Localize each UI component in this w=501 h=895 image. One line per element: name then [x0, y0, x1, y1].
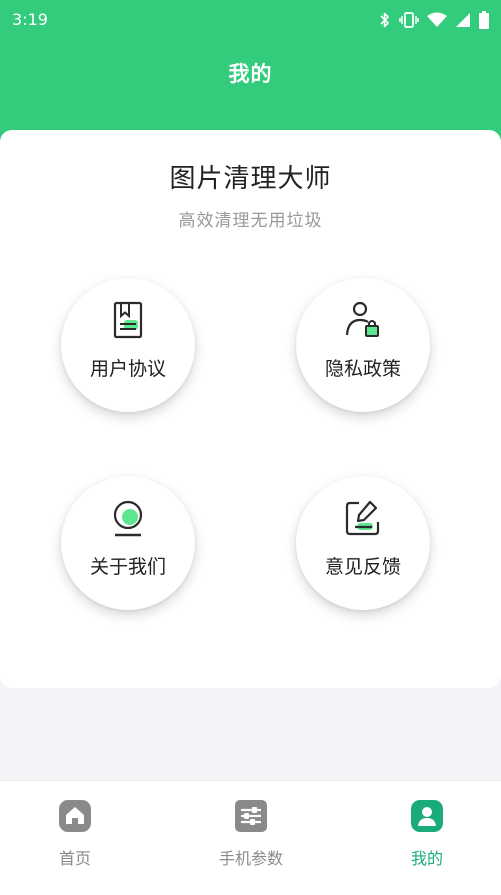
nav-tab-mine[interactable]: 我的: [367, 799, 487, 869]
page-title: 我的: [228, 62, 273, 86]
feedback-label: 意见反馈: [324, 556, 401, 578]
nav-tab-phone-params[interactable]: 手机参数: [191, 799, 311, 869]
user-agreement-label: 用户协议: [89, 358, 166, 380]
battery-icon: [479, 11, 489, 29]
about-us-label: 关于我们: [89, 556, 166, 578]
screen: 3:19 我的 图片清理大师 高效清理无用垃圾 用户协议 隐私政策 关于我们 意…: [0, 0, 501, 895]
profile-card: 图片清理大师 高效清理无用垃圾 用户协议 隐私政策 关于我们 意见反馈: [0, 130, 501, 688]
user-lock-icon: [343, 300, 383, 340]
edit-feedback-icon: [343, 498, 383, 538]
info-circle-icon: [108, 498, 148, 538]
bottom-nav: 首页 手机参数 我的: [0, 780, 501, 895]
sliders-icon: [235, 799, 267, 833]
signal-icon: [455, 12, 471, 28]
document-icon: [108, 300, 148, 340]
status-bar: 3:19: [0, 0, 501, 40]
nav-mine-label: 我的: [410, 849, 443, 868]
profile-icon: [411, 799, 443, 833]
app-name: 图片清理大师: [169, 164, 332, 194]
nav-home-label: 首页: [58, 849, 91, 868]
header: 3:19 我的: [0, 0, 501, 140]
nav-tab-home[interactable]: 首页: [15, 799, 135, 869]
nav-phone-params-label: 手机参数: [218, 849, 283, 868]
status-time: 3:19: [12, 10, 48, 29]
wifi-icon: [427, 12, 447, 28]
privacy-policy-label: 隐私政策: [324, 358, 401, 380]
vibrate-icon: [399, 11, 419, 29]
home-icon: [59, 799, 91, 833]
app-slogan: 高效清理无用垃圾: [178, 211, 323, 231]
status-icons: [379, 10, 489, 30]
bluetooth-icon: [379, 11, 391, 29]
about-us-button[interactable]: 关于我们: [61, 476, 195, 610]
privacy-policy-button[interactable]: 隐私政策: [296, 278, 430, 412]
feedback-button[interactable]: 意见反馈: [296, 476, 430, 610]
user-agreement-button[interactable]: 用户协议: [61, 278, 195, 412]
